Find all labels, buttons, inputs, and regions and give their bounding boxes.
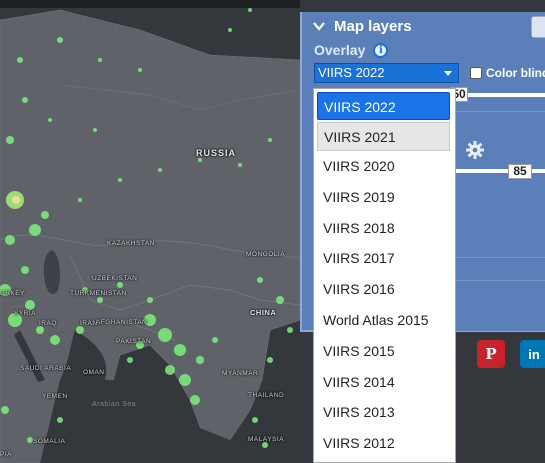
linkedin-icon: in [528, 346, 540, 362]
dropdown-option[interactable]: VIIRS 2013 [314, 397, 455, 428]
panel-title: Map layers [334, 17, 412, 35]
dropdown-option[interactable]: VIIRS 2022 [317, 92, 450, 120]
map-layers-header[interactable]: Map layers [312, 16, 412, 36]
overlay-label: Overlay [314, 42, 366, 58]
browser-tab-strip [0, 0, 300, 8]
brightness-slider-value: 85 [508, 164, 532, 179]
panel-menu-button[interactable] [531, 16, 545, 38]
map-label-partial: PIA [0, 451, 12, 458]
map-label-somalia: SOMALIA [33, 438, 66, 445]
caret-down-icon [444, 71, 452, 76]
dropdown-option[interactable]: VIIRS 2017 [314, 243, 455, 274]
dropdown-option[interactable]: VIIRS 2015 [314, 336, 455, 367]
map-label-arabian-sea: Arabian Sea [92, 401, 137, 408]
map-label-iraq: IRAQ [39, 320, 57, 327]
map-label-kazakhstan: KAZAKHSTAN [107, 240, 155, 247]
map-label-syria: SYRIA [14, 310, 37, 317]
map-label-uzbekistan: UZBEKISTAN [92, 275, 138, 282]
map-label-china: CHINA [250, 308, 277, 317]
map-label-mongolia: MONGOLIA [246, 251, 286, 258]
color-blind-label: Color blind [486, 66, 545, 80]
divider [456, 257, 545, 258]
map-label-afghanistan: AFGHANISTAN [96, 319, 148, 326]
overlay-dropdown-list[interactable]: VIIRS 2022 VIIRS 2021 VIIRS 2020 VIIRS 2… [313, 88, 456, 463]
dropdown-option[interactable]: VIIRS 2012 [314, 428, 455, 459]
dropdown-option[interactable]: World Atlas 2015 [314, 305, 455, 336]
dropdown-option[interactable]: VIIRS 2021 [317, 122, 450, 151]
map-label-turkey: URKEY [0, 290, 25, 297]
pinterest-share-button[interactable]: P [477, 340, 505, 368]
dropdown-option[interactable]: VIIRS 2019 [314, 182, 455, 213]
map-label-thailand: THAILAND [248, 392, 285, 399]
dropdown-option[interactable]: VIIRS 2018 [314, 213, 455, 244]
map-label-pakistan: PAKISTAN [116, 338, 152, 345]
dropdown-option[interactable]: VIIRS 2020 [314, 151, 455, 182]
overlay-select[interactable]: VIIRS 2022 [314, 63, 459, 83]
pinterest-icon: P [485, 345, 497, 363]
map-label-malaysia: MALAYSIA [248, 436, 285, 443]
linkedin-share-button[interactable]: in [520, 340, 545, 368]
map-label-oman: OMAN [83, 369, 105, 376]
map-label-saudi-arabia: SAUDI ARABIA [20, 365, 72, 372]
map-label-myanmar: MYANMAR [222, 370, 259, 377]
map-label-yemen: YEMEN [42, 393, 68, 400]
map-label-turkmenistan: TURKMENISTAN [70, 290, 127, 297]
dropdown-option[interactable]: VIIRS 2016 [314, 274, 455, 305]
color-blind-toggle[interactable]: Color blind [470, 66, 545, 80]
map-label-iran: IRAN [80, 320, 98, 327]
overlay-row: Overlay i [314, 42, 389, 58]
info-icon[interactable]: i [373, 42, 389, 58]
map-label-russia: RUSSIA [196, 148, 237, 158]
color-blind-checkbox[interactable] [470, 67, 482, 79]
overlay-select-value: VIIRS 2022 [318, 65, 385, 80]
chevron-down-icon [313, 22, 325, 31]
gear-icon[interactable] [465, 140, 485, 160]
dropdown-option[interactable]: VIIRS 2014 [314, 367, 455, 398]
divider [456, 280, 545, 281]
